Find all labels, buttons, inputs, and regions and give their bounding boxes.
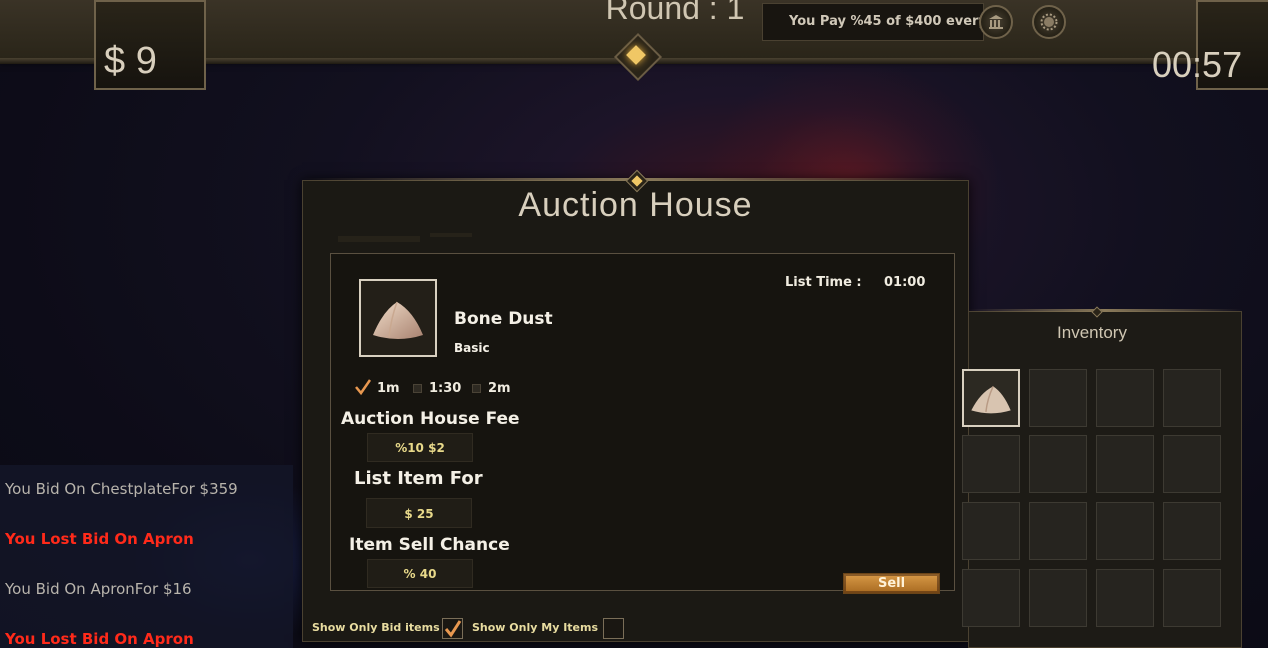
list-time-label: List Time : bbox=[785, 275, 862, 290]
sell-chance-field: % 40 bbox=[367, 559, 473, 588]
list-price-input[interactable]: $ 25 bbox=[366, 498, 472, 528]
inventory-slot[interactable] bbox=[1096, 369, 1154, 427]
log-entry: You Bid On ChestplateFor $359 bbox=[5, 480, 238, 498]
inventory-slot[interactable] bbox=[962, 435, 1020, 493]
tax-notice: You Pay %45 of $400 every bbox=[762, 3, 984, 41]
fee-value-field: %10 $2 bbox=[367, 433, 473, 462]
hidden-tab bbox=[338, 236, 420, 242]
inventory-slot[interactable] bbox=[1096, 502, 1154, 560]
bone-dust-icon bbox=[373, 301, 423, 339]
settings-button[interactable] bbox=[1032, 5, 1066, 39]
inventory-slot[interactable] bbox=[1163, 369, 1221, 427]
inventory-slot[interactable] bbox=[1096, 569, 1154, 627]
inventory-slot[interactable] bbox=[962, 569, 1020, 627]
duration-label: 1:30 bbox=[429, 381, 462, 396]
bank-icon bbox=[989, 15, 1003, 29]
inventory-slot[interactable] bbox=[1163, 435, 1221, 493]
list-time-value: 01:00 bbox=[884, 275, 926, 290]
log-entry: You Lost Bid On Apron bbox=[5, 530, 194, 548]
inventory-panel-trim bbox=[968, 309, 1242, 312]
duration-label: 2m bbox=[488, 381, 511, 396]
inventory-slot[interactable] bbox=[962, 369, 1020, 427]
hidden-tab bbox=[430, 233, 472, 237]
item-icon-frame bbox=[359, 279, 437, 357]
log-entry: You Bid On ApronFor $16 bbox=[5, 580, 192, 598]
item-name: Bone Dust bbox=[454, 309, 553, 329]
inventory-slot[interactable] bbox=[962, 502, 1020, 560]
list-price-label: List Item For bbox=[354, 468, 483, 489]
fee-label: Auction House Fee bbox=[341, 409, 520, 429]
inventory-slot[interactable] bbox=[1096, 435, 1154, 493]
gear-icon bbox=[1040, 13, 1058, 31]
duration-checkbox[interactable] bbox=[413, 384, 422, 393]
inventory-slot[interactable] bbox=[1029, 502, 1087, 560]
duration-checkbox[interactable] bbox=[472, 384, 481, 393]
bank-button[interactable] bbox=[979, 5, 1013, 39]
checkmark-icon bbox=[355, 379, 372, 396]
log-entry: You Lost Bid On Apron bbox=[5, 630, 194, 648]
sell-chance-label: Item Sell Chance bbox=[349, 535, 510, 555]
bone-dust-icon bbox=[971, 386, 1011, 414]
auction-house-title: Auction House bbox=[518, 186, 753, 224]
filter-bid-label: Show Only Bid items bbox=[312, 621, 440, 634]
inventory-slot[interactable] bbox=[1029, 569, 1087, 627]
money-display: $ 9 bbox=[104, 40, 157, 82]
checkmark-icon bbox=[444, 620, 462, 638]
duration-label: 1m bbox=[377, 381, 400, 396]
filter-bid-checkbox[interactable] bbox=[442, 618, 463, 639]
inventory-slot[interactable] bbox=[1163, 569, 1221, 627]
item-rarity: Basic bbox=[454, 341, 490, 355]
round-timer: 00:57 bbox=[1152, 44, 1243, 85]
inventory-title: Inventory bbox=[1057, 323, 1127, 342]
filter-mine-checkbox[interactable] bbox=[603, 618, 624, 639]
sell-button[interactable]: Sell bbox=[843, 573, 940, 594]
inventory-slot[interactable] bbox=[1163, 502, 1221, 560]
round-label: Round : 1 bbox=[605, 0, 745, 26]
inventory-slot[interactable] bbox=[1029, 369, 1087, 427]
filter-mine-label: Show Only My Items bbox=[472, 621, 599, 634]
inventory-slot[interactable] bbox=[1029, 435, 1087, 493]
